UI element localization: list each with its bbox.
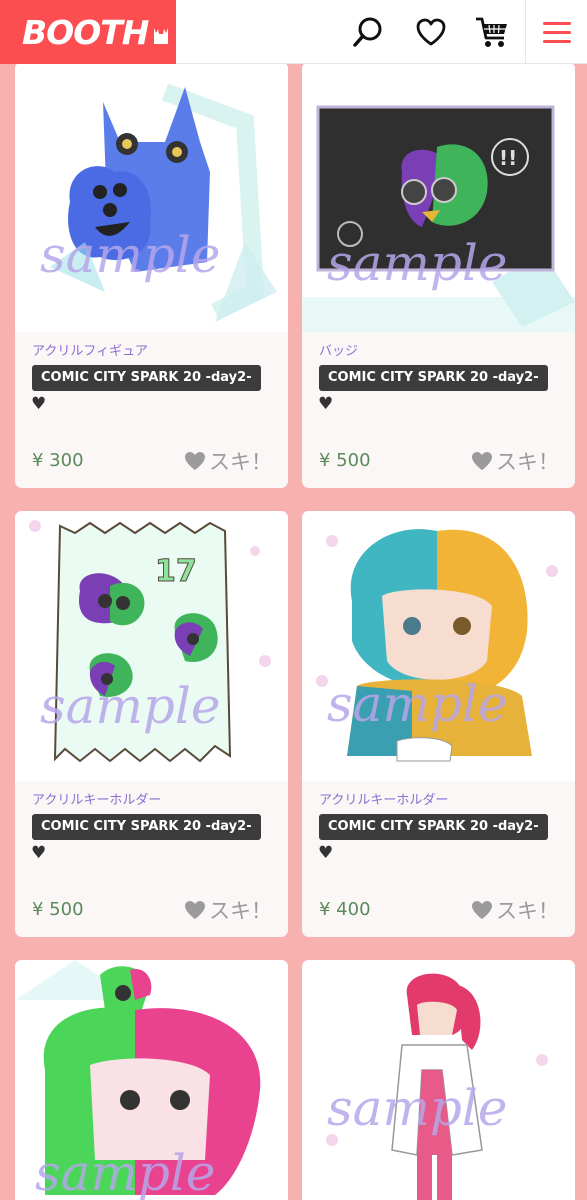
product-card[interactable]: sample <box>302 960 575 1200</box>
event-tag[interactable]: COMIC CITY SPARK 20 -day2- <box>32 814 261 840</box>
favorites-button[interactable] <box>410 0 452 64</box>
sample-watermark: sample <box>40 677 220 735</box>
like-label: スキ！ <box>209 899 272 923</box>
heart-mark: ♥ <box>318 843 334 863</box>
heart-icon <box>416 18 446 46</box>
product-thumbnail[interactable]: sample <box>302 511 575 781</box>
booth-logo[interactable]: BOOTH <box>0 0 176 64</box>
like-button[interactable]: スキ！ <box>184 895 272 925</box>
sample-watermark: sample <box>35 1144 215 1200</box>
heart-icon <box>185 901 205 919</box>
product-thumbnail[interactable]: sample <box>15 960 288 1200</box>
logo-text: BOOTH <box>22 12 149 52</box>
cart-icon <box>476 17 507 47</box>
like-button[interactable]: スキ！ <box>184 446 272 476</box>
top-header: BOOTH <box>0 0 587 64</box>
product-price: ¥ 500 <box>319 450 371 471</box>
sample-watermark: sample <box>40 226 220 284</box>
product-thumbnail[interactable]: 17 sample <box>15 511 288 781</box>
like-label: スキ！ <box>209 450 272 474</box>
product-category[interactable]: アクリルキーホルダー <box>319 789 448 808</box>
product-price: ¥ 500 <box>32 899 84 920</box>
menu-icon-bar <box>542 39 571 43</box>
product-thumbnail[interactable]: !! sample <box>302 62 575 332</box>
sample-watermark: sample <box>327 675 507 733</box>
menu-button[interactable] <box>525 0 587 64</box>
sample-watermark: sample <box>327 1079 507 1137</box>
product-card[interactable]: !! sample バッジ COMIC CITY SPARK 20 -day2-… <box>302 62 575 488</box>
like-button[interactable]: スキ！ <box>471 895 559 925</box>
product-thumbnail[interactable]: sample <box>15 62 288 332</box>
heart-icon <box>185 452 205 470</box>
product-thumbnail[interactable]: sample <box>302 960 575 1200</box>
product-price: ¥ 300 <box>32 450 84 471</box>
heart-icon <box>472 452 492 470</box>
product-card[interactable]: sample アクリルキーホルダー COMIC CITY SPARK 20 -d… <box>302 511 575 937</box>
product-card[interactable]: 17 sample アクリルキーホルダー COMIC CITY SPARK 20… <box>15 511 288 937</box>
menu-icon-bar <box>542 30 571 34</box>
cart-button[interactable] <box>470 0 514 64</box>
heart-mark: ♥ <box>318 394 334 414</box>
product-card[interactable]: sample アクリルフィギュア COMIC CITY SPARK 20 -da… <box>15 62 288 488</box>
heart-mark: ♥ <box>31 394 47 414</box>
product-card[interactable]: sample <box>15 960 288 1200</box>
menu-icon-bar <box>542 21 571 25</box>
product-category[interactable]: アクリルキーホルダー <box>32 789 161 808</box>
like-button[interactable]: スキ！ <box>471 446 559 476</box>
svg-text:!!: !! <box>499 146 517 170</box>
heart-icon <box>472 901 492 919</box>
sample-watermark: sample <box>327 234 507 292</box>
logo-deer-icon <box>154 28 169 44</box>
search-icon <box>353 17 382 47</box>
like-label: スキ！ <box>496 899 559 923</box>
svg-text:17: 17 <box>155 554 197 589</box>
product-category[interactable]: アクリルフィギュア <box>32 340 148 359</box>
like-label: スキ！ <box>496 450 559 474</box>
event-tag[interactable]: COMIC CITY SPARK 20 -day2- <box>319 365 548 391</box>
heart-mark: ♥ <box>31 843 47 863</box>
product-price: ¥ 400 <box>319 899 371 920</box>
product-category[interactable]: バッジ <box>319 340 358 359</box>
event-tag[interactable]: COMIC CITY SPARK 20 -day2- <box>32 365 261 391</box>
search-button[interactable] <box>346 0 390 64</box>
event-tag[interactable]: COMIC CITY SPARK 20 -day2- <box>319 814 548 840</box>
